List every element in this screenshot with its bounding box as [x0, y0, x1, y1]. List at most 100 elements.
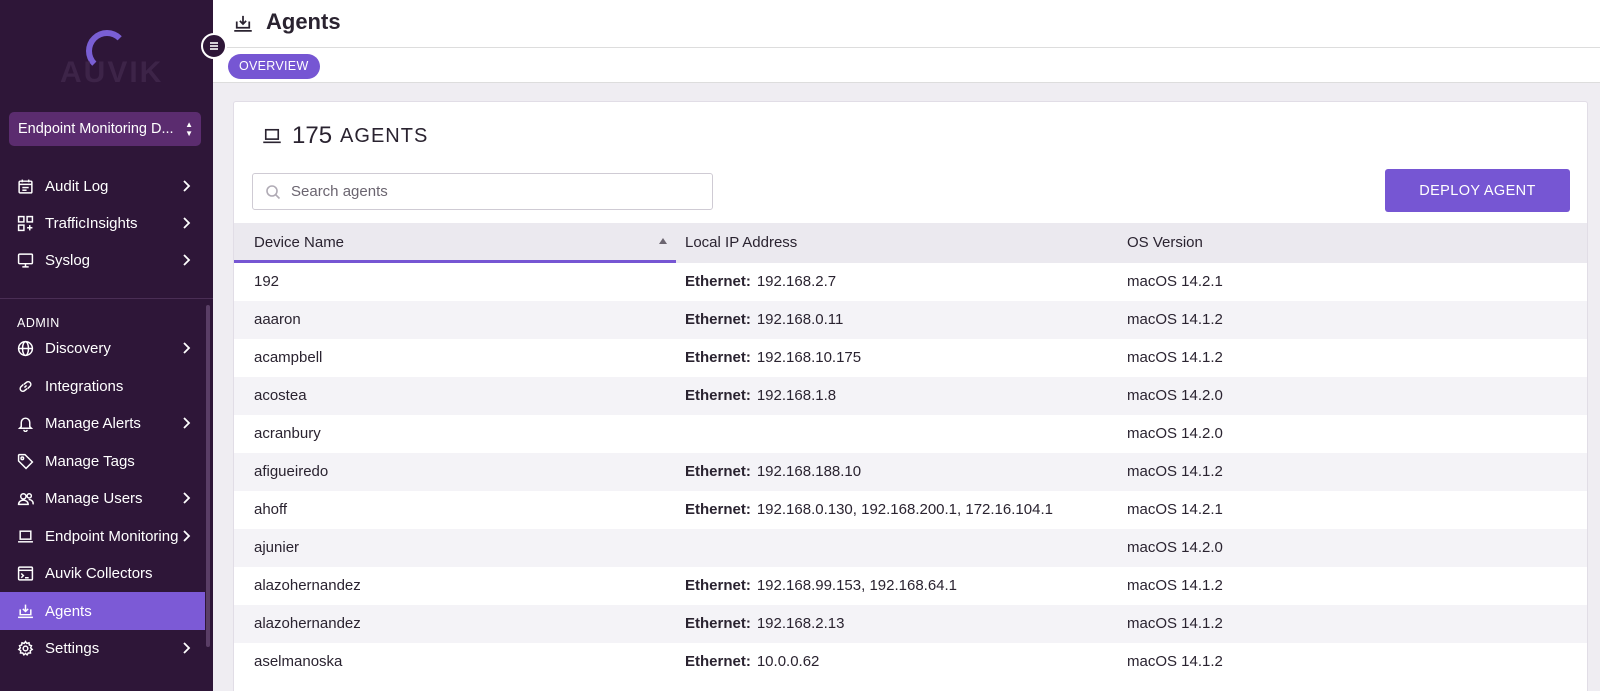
ip-value: 192.168.99.153, 192.168.64.1 — [756, 577, 958, 594]
sidebar-item-label: Agents — [45, 602, 92, 620]
sidebar-collapse-button[interactable] — [201, 33, 227, 59]
agents-icon — [18, 604, 33, 619]
sidebar-item-label: Settings — [45, 639, 100, 657]
laptop-icon — [263, 128, 281, 144]
interface-label: Ethernet: — [685, 311, 751, 328]
os-version: macOS 14.1.2 — [1127, 349, 1223, 366]
search-input[interactable] — [291, 175, 701, 208]
interface-label: Ethernet: — [685, 577, 751, 594]
table-row[interactable]: 192 Ethernet: 192.168.2.7 macOS 14.2.1 — [234, 263, 1587, 301]
sidebar-item-label: Audit Log — [45, 177, 109, 195]
local-ip: Ethernet: 192.168.2.13 — [685, 615, 844, 632]
updown-icon: ▲ ▼ — [185, 120, 193, 138]
table-row[interactable]: ajunier macOS 14.2.0 — [234, 529, 1587, 567]
sidebar-item-trafficinsights[interactable]: TrafficInsights — [0, 204, 205, 242]
table-row[interactable]: acranbury macOS 14.2.0 — [234, 415, 1587, 453]
chevron-right-icon — [183, 642, 191, 654]
sidebar-item-label: Manage Users — [45, 489, 143, 507]
table-row[interactable]: ahoff Ethernet: 192.168.0.130, 192.168.200… — [234, 491, 1587, 529]
sidebar-item-manage-tags[interactable]: Manage Tags — [0, 442, 205, 480]
column-header-device-name[interactable]: Device Name — [254, 234, 344, 251]
table-row[interactable]: aselmanoska Ethernet: 10.0.0.62 macOS 14.1.… — [234, 643, 1587, 681]
tab-overview[interactable]: OVERVIEW — [228, 54, 320, 79]
os-version: macOS 14.2.1 — [1127, 501, 1223, 518]
column-header-local-ip[interactable]: Local IP Address — [685, 234, 797, 251]
interface-label: Ethernet: — [685, 387, 751, 404]
deploy-agent-button[interactable]: DEPLOY AGENT — [1385, 169, 1570, 212]
interface-label: Ethernet: — [685, 349, 751, 366]
sidebar-item-agents[interactable]: Agents — [0, 592, 205, 630]
device-name: acostea — [254, 387, 307, 404]
page-title: Agents — [266, 9, 341, 34]
sort-ascending-icon[interactable] — [658, 236, 668, 246]
sidebar-item-label: Manage Alerts — [45, 414, 141, 432]
os-version: macOS 14.1.2 — [1127, 311, 1223, 328]
agents-count: 175 — [292, 122, 333, 149]
sidebar-item-syslog[interactable]: Syslog — [0, 241, 205, 279]
device-name: alazohernandez — [254, 577, 361, 594]
logo-text: AUVIK — [60, 56, 164, 89]
agents-count-heading: 175 AGENTS — [262, 122, 428, 150]
table-row[interactable]: alazohernandez Ethernet: 192.168.99.153, 1… — [234, 567, 1587, 605]
search-box — [252, 173, 713, 210]
os-version: macOS 14.1.2 — [1127, 577, 1223, 594]
logo[interactable]: AUVIK — [0, 18, 213, 89]
sidebar-scrollbar[interactable] — [206, 305, 210, 647]
device-name: aaaron — [254, 311, 301, 328]
sidebar-item-auvik-collectors[interactable]: Auvik Collectors — [0, 554, 205, 592]
table-row[interactable]: acostea Ethernet: 192.168.1.8 macOS 14.2.0 — [234, 377, 1587, 415]
traffic-icon — [17, 215, 34, 232]
sidebar-item-manage-alerts[interactable]: Manage Alerts — [0, 404, 205, 442]
sidebar-item-discovery[interactable]: Discovery — [0, 329, 205, 367]
device-name: ajunier — [254, 539, 300, 556]
calendar-icon — [18, 179, 33, 194]
interface-label: Ethernet: — [685, 501, 751, 518]
sidebar-item-label: Syslog — [45, 251, 91, 269]
interface-label: Ethernet: — [685, 615, 751, 632]
table-row[interactable]: aaaron Ethernet: 192.168.0.11 macOS 14.1.2 — [234, 301, 1587, 339]
ip-value: 192.168.10.175 — [756, 349, 862, 366]
column-header-os-version[interactable]: OS Version — [1127, 234, 1203, 251]
local-ip: Ethernet: 192.168.0.11 — [685, 311, 843, 328]
sidebar-item-integrations[interactable]: Integrations — [0, 367, 205, 405]
device-name: aselmanoska — [254, 653, 343, 670]
table-row[interactable]: alazohernandez Ethernet: 192.168.2.13 macOS… — [234, 605, 1587, 643]
local-ip: Ethernet: 192.168.1.8 — [685, 387, 836, 404]
table-row[interactable]: acampbell Ethernet: 192.168.10.175 macOS 14… — [234, 339, 1587, 377]
chevron-right-icon — [183, 217, 191, 229]
sidebar-item-label: Integrations — [45, 377, 124, 395]
table-header: Device Name Local IP Address OS Version — [234, 223, 1587, 263]
link-icon — [19, 381, 32, 392]
os-version: macOS 14.2.0 — [1127, 387, 1223, 404]
os-version: macOS 14.2.1 — [1127, 273, 1223, 290]
table-row[interactable]: afigueiredo Ethernet: 192.168.188.10 macOS … — [234, 453, 1587, 491]
globe-icon — [17, 340, 34, 357]
ip-value: 192.168.1.8 — [756, 387, 837, 404]
chevron-right-icon — [183, 254, 191, 266]
local-ip: Ethernet: 192.168.10.175 — [685, 349, 861, 366]
sidebar-item-label: Manage Tags — [45, 452, 135, 470]
terminal-icon — [17, 566, 34, 581]
local-ip: Ethernet: 192.168.188.10 — [685, 463, 861, 480]
os-version: macOS 14.1.2 — [1127, 463, 1223, 480]
sidebar-item-label: Auvik Collectors — [45, 564, 153, 582]
device-name: ahoff — [254, 501, 288, 518]
local-ip: Ethernet: 192.168.2.7 — [685, 273, 836, 290]
ip-value: 192.168.0.130, 192.168.200.1, 172.16.104… — [756, 501, 1053, 518]
search-icon — [266, 185, 281, 200]
os-version: macOS 14.1.2 — [1127, 653, 1223, 670]
monitor-icon — [17, 253, 34, 268]
nav-divider — [0, 298, 213, 299]
sidebar-item-endpoint-monitoring[interactable]: Endpoint Monitoring — [0, 517, 205, 555]
sidebar-item-manage-users[interactable]: Manage Users — [0, 479, 205, 517]
interface-label: Ethernet: — [685, 463, 751, 480]
sidebar-item-settings[interactable]: Settings — [0, 629, 205, 667]
agents-card: 175 AGENTS DEPLOY AGENT Device Name Loca… — [233, 101, 1588, 691]
device-name: alazohernandez — [254, 615, 361, 632]
sidebar-item-audit-log[interactable]: Audit Log — [0, 167, 205, 205]
device-name: afigueiredo — [254, 463, 329, 480]
os-version: macOS 14.2.0 — [1127, 425, 1223, 442]
local-ip — [685, 539, 691, 556]
local-ip: Ethernet: 192.168.0.130, 192.168.200.1, 1… — [685, 501, 1053, 518]
chevron-right-icon — [183, 530, 191, 542]
